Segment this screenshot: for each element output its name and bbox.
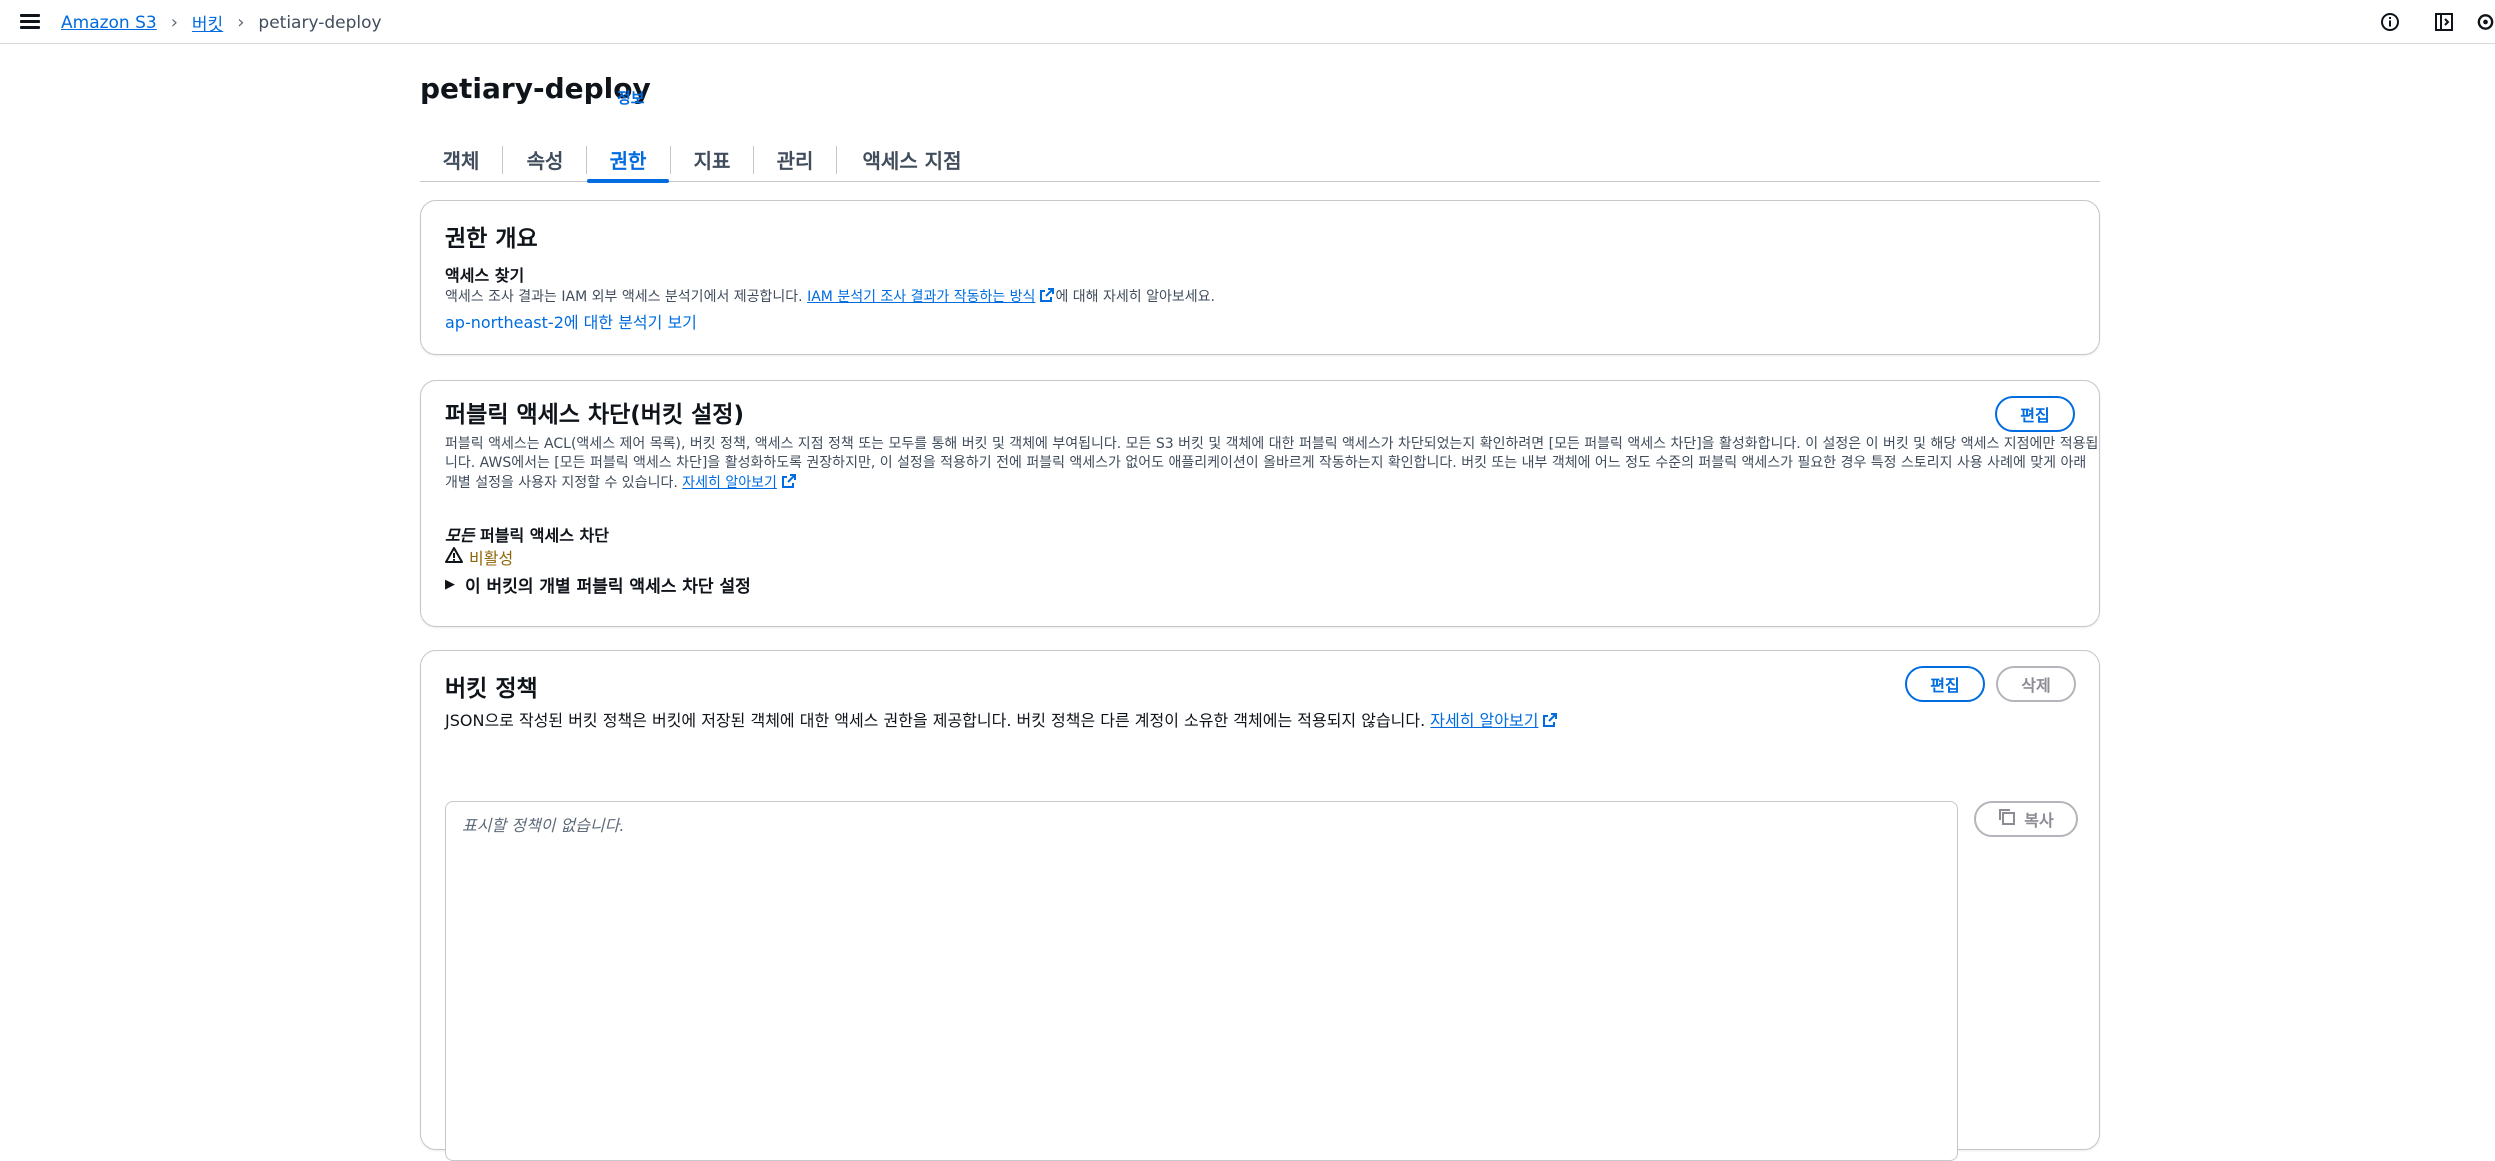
copy-label: 복사 [2024,811,2054,830]
chevron-right-icon: › [170,12,178,33]
top-navigation-bar: Amazon S3 › 버킷 › petiary-deploy [0,0,2495,44]
edit-button[interactable]: 편집 [1905,666,1985,702]
desc-text: JSON으로 작성된 버킷 정책은 버킷에 저장된 객체에 대한 액세스 권한을… [445,711,1431,730]
block-all-text: 퍼블릭 액세스 차단 [474,526,609,545]
edit-button[interactable]: 편집 [1995,396,2075,432]
desc-line: 니다. AWS에서는 [모든 퍼블릭 액세스 차단]을 활성화하도록 권장하지만… [445,455,2087,471]
tab-access-points[interactable]: 액세스 지점 [837,136,987,182]
tab-objects[interactable]: 객체 [420,136,502,182]
desc-text: 액세스 조사 결과는 IAM 외부 액세스 분석기에서 제공합니다. [445,289,808,305]
learn-more-link[interactable]: 자세히 알아보기 [1430,711,1538,730]
external-link-icon [1035,288,1055,305]
view-analyzer-link[interactable]: ap-northeast-2에 대한 분석기 보기 [445,309,697,333]
chevron-right-icon: › [237,12,245,33]
delete-button[interactable]: 삭제 [1996,666,2076,702]
tab-permissions[interactable]: 권한 [587,136,669,183]
breadcrumb: Amazon S3 › 버킷 › petiary-deploy [61,10,382,35]
policy-editor[interactable]: 표시할 정책이 없습니다. [445,801,1958,1161]
breadcrumb-amazon-s3[interactable]: Amazon S3 [61,13,157,33]
status-text: 비활성 [469,549,514,568]
card-title: 버킷 정책 [445,676,538,702]
bucket-policy-description: JSON으로 작성된 버킷 정책은 버킷에 저장된 객체에 대한 액세스 권한을… [445,707,1558,731]
individual-settings-expander[interactable]: ▶ 이 버킷의 개별 퍼블릭 액세스 차단 설정 [445,572,751,597]
caret-right-icon: ▶ [445,577,455,592]
block-all-italic: 모든 [445,526,475,545]
info-circle-icon[interactable] [2376,8,2404,36]
menu-icon[interactable] [16,8,44,36]
external-link-icon [777,474,797,491]
access-finding-description: 액세스 조사 결과는 IAM 외부 액세스 분석기에서 제공합니다. IAM 분… [445,287,1215,307]
copy-icon [1998,808,2016,830]
breadcrumb-buckets[interactable]: 버킷 [192,10,223,35]
tab-management[interactable]: 관리 [754,136,836,182]
learn-more-link[interactable]: 자세히 알아보기 [682,475,777,491]
tab-bar: 객체 속성 권한 지표 관리 액세스 지점 [420,136,2100,183]
desc-line: 퍼블릭 액세스는 ACL(액세스 제어 목록), 버킷 정책, 액세스 지점 정… [445,436,2099,452]
info-link[interactable]: 정보 [617,87,645,108]
desc-suffix: 에 대해 자세히 알아보세요. [1055,289,1215,305]
block-all-heading: 모든 퍼블릭 액세스 차단 [445,522,609,546]
card-title: 권한 개요 [445,226,538,252]
panel-toggle-icon[interactable] [2430,8,2458,36]
desc-line: 개별 설정을 사용자 지정할 수 있습니다. 자세히 알아보기 [445,473,2085,493]
block-public-description: 퍼블릭 액세스는 ACL(액세스 제어 목록), 버킷 정책, 액세스 지점 정… [445,435,2099,493]
status-indicator: 비활성 [445,545,513,569]
tab-properties[interactable]: 속성 [504,136,586,182]
tab-metrics[interactable]: 지표 [671,136,753,182]
empty-policy-text: 표시할 정책이 없습니다. [462,816,625,835]
expander-label: 이 버킷의 개별 퍼블릭 액세스 차단 설정 [465,577,751,597]
desc-text: 개별 설정을 사용자 지정할 수 있습니다. [445,475,683,491]
external-link-icon [1538,711,1558,730]
iam-analyzer-link[interactable]: IAM 분석기 조사 결과가 작동하는 방식 [807,289,1035,305]
block-public-access-card: 퍼블릭 액세스 차단(버킷 설정) 편집 퍼블릭 액세스는 ACL(액세스 제어… [420,380,2100,627]
copy-button[interactable]: 복사 [1974,801,2078,837]
access-finding-heading: 액세스 찾기 [445,266,525,285]
warning-icon [445,546,463,568]
settings-icon[interactable] [2476,8,2495,36]
tab-divider [502,146,503,174]
breadcrumb-current: petiary-deploy [258,12,382,33]
permissions-overview-card: 권한 개요 액세스 찾기 액세스 조사 결과는 IAM 외부 액세스 분석기에서… [420,200,2100,355]
card-title: 퍼블릭 액세스 차단(버킷 설정) [445,402,744,428]
bucket-policy-card: 버킷 정책 편집 삭제 JSON으로 작성된 버킷 정책은 버킷에 저장된 객체… [420,650,2100,1161]
